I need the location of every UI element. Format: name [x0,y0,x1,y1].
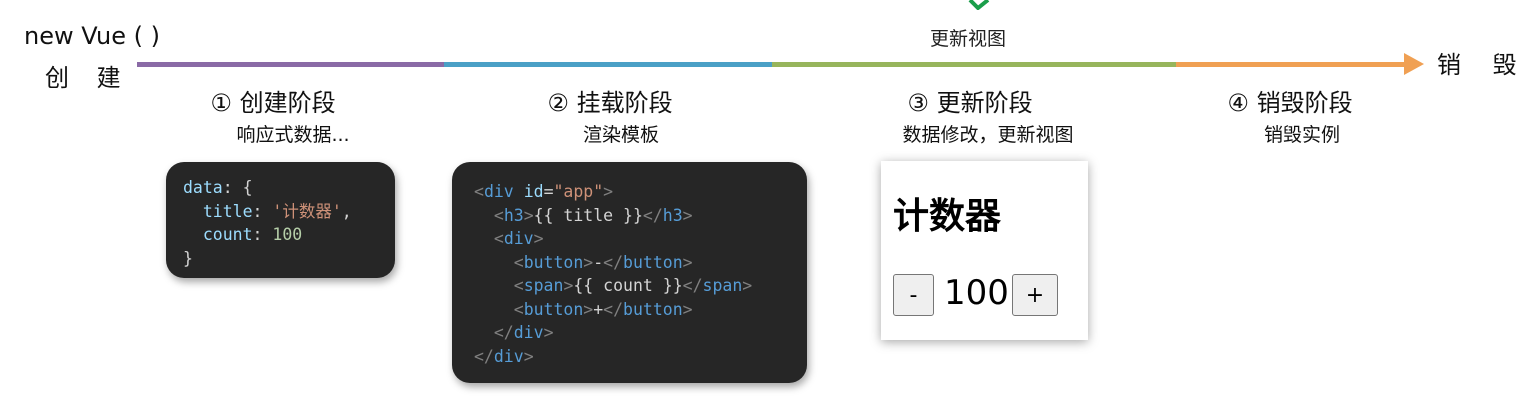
code-line: <button>+</button> [513,299,693,319]
code-tag: button [523,299,584,319]
code-punc: = [543,182,554,201]
rendered-counter-title: 计数器 [893,196,1002,237]
rendered-count-value: 100 [944,273,1009,313]
code-line: <span>{{ count }}</span> [513,276,753,295]
code-line: } [183,247,395,271]
code-text: {{ title }} [533,205,643,225]
stage-sub-update: 数据修改，更新视图 [902,124,1074,146]
code-line: </div> [474,346,534,366]
code-tag: div [513,323,544,342]
code-line: data: { [183,176,395,200]
code-key: title [202,201,253,221]
stage-sub-create: 响应式数据... [236,124,350,146]
code-tag: button [623,252,683,272]
code-tag: h3 [503,205,524,225]
template-code-block: <div id="app"> <h3>{{ title }}</h3> <div… [452,162,807,383]
timeline-arrow-head-icon [1404,53,1424,75]
decorative-green-mark-icon [968,0,990,10]
code-text: {{ count }} [573,276,683,295]
code-line: count: 100 [183,223,395,247]
timeline-update-label: 更新视图 [930,28,1007,50]
code-string: '计数器' [272,201,342,221]
code-tag: div [483,182,514,201]
code-punc: } [183,248,193,268]
stage-title-mount: ② 挂载阶段 [547,89,673,117]
code-punc: , [341,201,352,221]
code-punc: : [252,201,263,221]
timeline-segment-create [137,62,444,67]
code-tag: button [523,252,584,272]
data-code-block: data: { title: '计数器', count: 100} [166,162,395,278]
code-key: data [183,178,223,197]
code-number: 100 [272,225,303,244]
code-line: <h3>{{ title }}</h3> [493,205,693,225]
timeline-segment-mount [444,62,772,67]
stage-title-update: ③ 更新阶段 [907,89,1033,117]
timeline-start-title: new Vue ( ) [24,22,160,50]
code-tag: span [702,276,743,295]
increment-button[interactable]: + [1012,274,1058,316]
code-line: <div> [493,229,544,248]
code-attr: id [523,182,544,201]
code-punc: : [252,225,263,244]
stage-title-create: ① 创建阶段 [210,89,336,117]
code-tag: div [493,346,524,366]
code-line: </div> [493,323,554,342]
code-tag: h3 [662,205,683,225]
code-tag: div [503,229,534,248]
timeline-end-label: 销 毁 [1437,51,1520,79]
rendered-counter-card: 计数器 - 100 + [881,161,1088,340]
code-line: title: '计数器', [183,200,395,224]
code-punc: { [232,178,253,197]
code-text: + [593,299,604,319]
timeline-segment-destroy [1176,62,1410,67]
code-punc: : [222,178,233,197]
timeline-segment-update [772,62,1176,67]
code-tag: button [623,299,683,319]
code-line: <button>-</button> [513,252,693,272]
code-tag: span [523,276,564,295]
timeline-start-subtitle: 创 建 [45,64,131,92]
code-text: - [593,252,604,272]
code-string: "app" [553,182,604,201]
stage-sub-mount: 渲染模板 [582,124,659,146]
code-line: <div id="app"> [474,182,614,201]
decrement-button[interactable]: - [893,274,934,316]
code-key: count [202,225,253,244]
stage-sub-destroy: 销毁实例 [1263,124,1340,146]
stage-title-destroy: ④ 销毁阶段 [1227,89,1353,117]
